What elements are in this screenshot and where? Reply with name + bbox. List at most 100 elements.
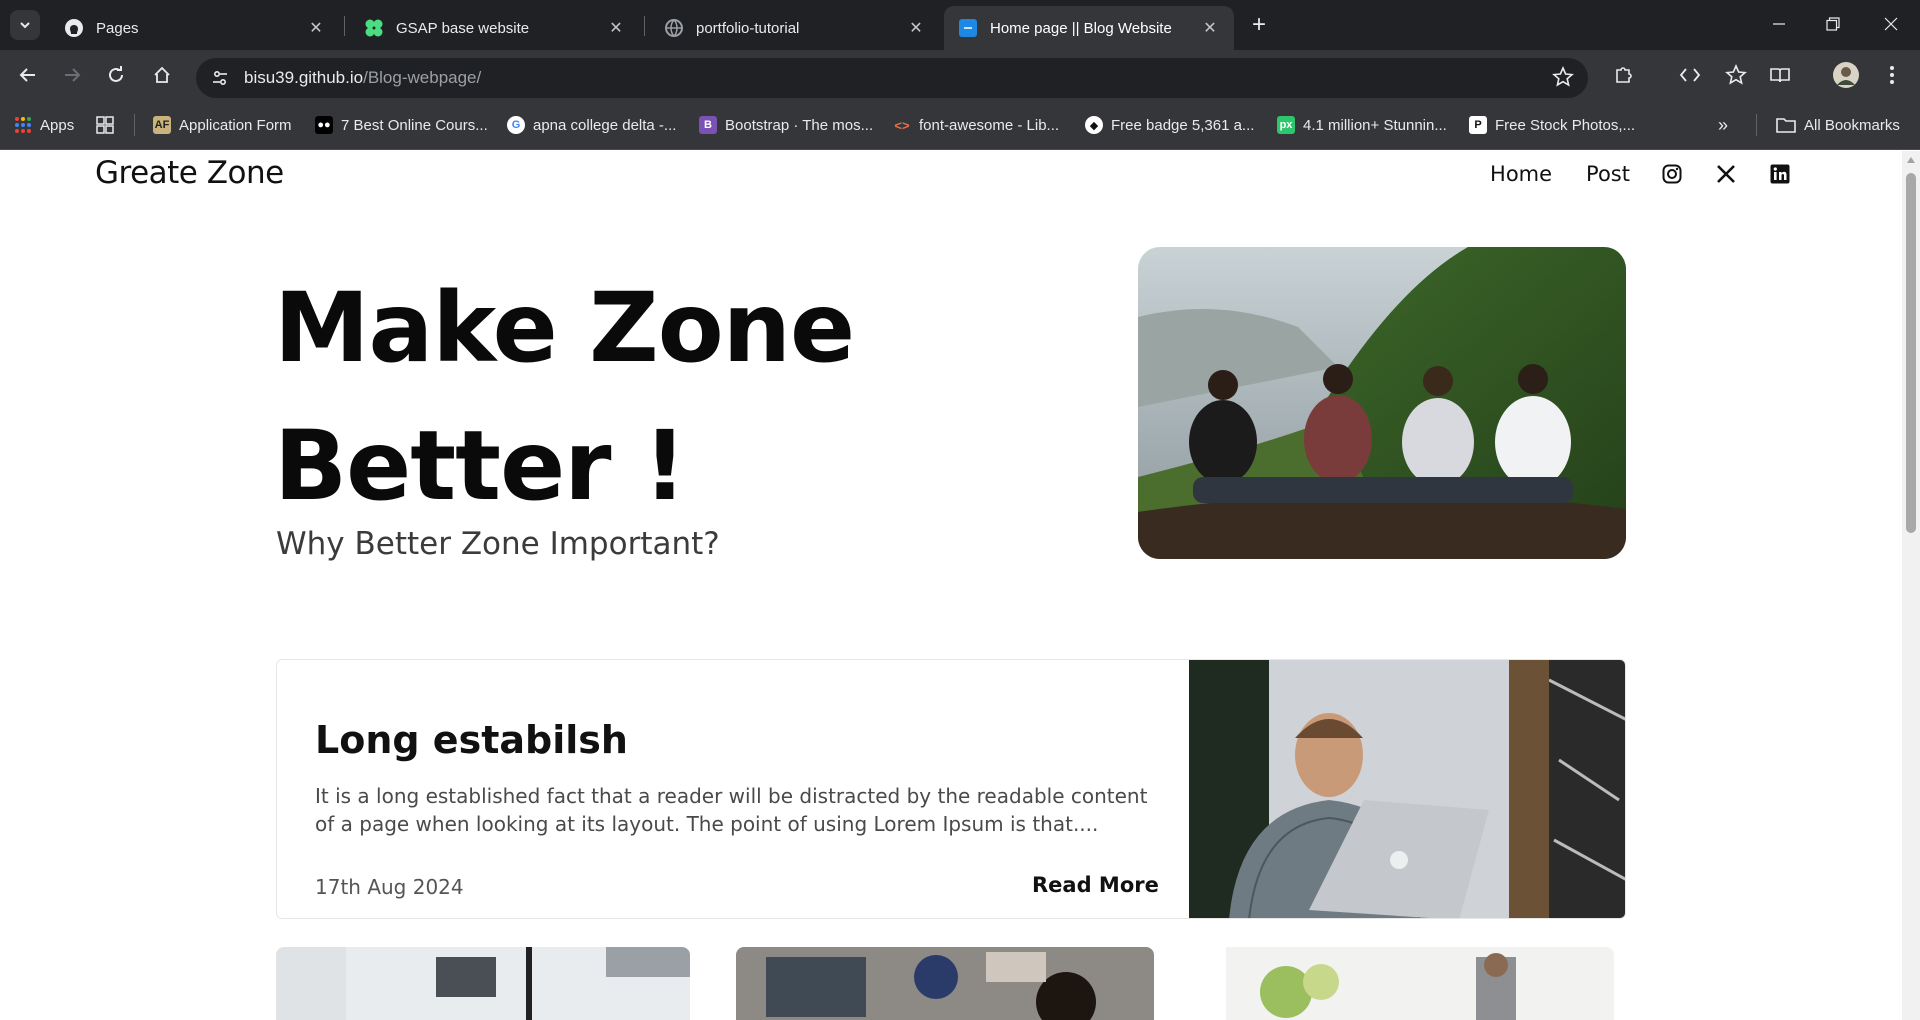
tab-pages[interactable]: Pages ✕ bbox=[50, 6, 340, 50]
application-form-icon: AF bbox=[153, 116, 171, 134]
bookmark-application-form[interactable]: AF Application Form bbox=[153, 112, 292, 138]
read-more-link[interactable]: Read More bbox=[1032, 873, 1159, 897]
profile-button[interactable] bbox=[1830, 59, 1862, 91]
close-icon[interactable]: ✕ bbox=[606, 18, 626, 38]
scroll-up-arrow[interactable] bbox=[1907, 157, 1915, 163]
restore-icon bbox=[1826, 17, 1840, 31]
tab-groups-button[interactable] bbox=[96, 112, 114, 138]
address-bar[interactable]: bisu39.github.io/Blog-webpage/ bbox=[196, 58, 1588, 98]
code-icon: <> bbox=[894, 117, 910, 133]
reload-button[interactable] bbox=[100, 59, 132, 91]
x-icon[interactable] bbox=[1714, 162, 1738, 186]
menu-button[interactable] bbox=[1876, 59, 1908, 91]
tab-search-button[interactable] bbox=[10, 10, 40, 40]
bookmark-apps[interactable]: Apps bbox=[14, 112, 74, 138]
man-with-laptop-photo bbox=[1189, 660, 1625, 918]
tab-gsap[interactable]: GSAP base website ✕ bbox=[350, 6, 640, 50]
close-window-button[interactable] bbox=[1868, 6, 1914, 42]
linkedin-icon[interactable] bbox=[1768, 162, 1792, 186]
bookmark-label: 4.1 million+ Stunnin... bbox=[1303, 116, 1447, 134]
star-outline-icon bbox=[1552, 65, 1574, 87]
post-date: 17th Aug 2024 bbox=[315, 875, 464, 899]
post-grid-card-1[interactable] bbox=[276, 947, 690, 1020]
bookmark-online-courses[interactable]: ●● 7 Best Online Cours... bbox=[315, 112, 488, 138]
tab-portfolio[interactable]: portfolio-tutorial ✕ bbox=[650, 6, 940, 50]
office-desk-photo bbox=[276, 947, 690, 1020]
tab-title: GSAP base website bbox=[396, 19, 530, 37]
book-open-icon bbox=[1770, 68, 1790, 83]
hero-image bbox=[1138, 247, 1626, 559]
bookmark-apna-college[interactable]: G apna college delta -... bbox=[507, 112, 676, 138]
bookmark-label: 7 Best Online Cours... bbox=[341, 116, 488, 134]
nav-home-link[interactable]: Home bbox=[1490, 162, 1552, 186]
bookmark-label: Bootstrap · The mos... bbox=[725, 116, 874, 134]
scrollbar-thumb[interactable] bbox=[1906, 173, 1916, 533]
url-host: bisu39.github.io bbox=[244, 68, 364, 87]
new-tab-button[interactable]: + bbox=[1244, 10, 1274, 40]
arrow-left-icon bbox=[19, 68, 35, 82]
url-text[interactable]: bisu39.github.io/Blog-webpage/ bbox=[244, 68, 481, 88]
bookmark-font-awesome[interactable]: <> font-awesome - Lib... bbox=[893, 112, 1059, 138]
back-button[interactable] bbox=[12, 59, 44, 91]
bookmark-separator bbox=[1756, 114, 1757, 136]
bookmark-label: Application Form bbox=[179, 116, 292, 134]
bookmark-label: Free badge 5,361 a... bbox=[1111, 116, 1255, 134]
bookmark-label: Free Stock Photos,... bbox=[1495, 116, 1636, 134]
blog-favicon-icon bbox=[959, 19, 977, 37]
medium-icon: ●● bbox=[315, 116, 333, 134]
bookmark-pixabay[interactable]: px 4.1 million+ Stunnin... bbox=[1277, 112, 1447, 138]
hero-title: Make Zone Better ! bbox=[274, 259, 914, 535]
bootstrap-icon: B bbox=[699, 116, 717, 134]
post-image bbox=[1189, 660, 1625, 918]
more-vertical-icon bbox=[1890, 66, 1894, 84]
hero-title-line2: Better ! bbox=[274, 410, 687, 522]
tab-blog-website[interactable]: Home page || Blog Website ✕ bbox=[944, 6, 1234, 50]
favorites-button[interactable] bbox=[1720, 59, 1752, 91]
all-bookmarks-label: All Bookmarks bbox=[1804, 116, 1900, 134]
puzzle-icon bbox=[1616, 67, 1632, 83]
github-icon bbox=[65, 19, 83, 37]
bookmark-pexels[interactable]: P Free Stock Photos,... bbox=[1469, 112, 1635, 138]
bookmarks-overflow-button[interactable]: » bbox=[1718, 112, 1728, 138]
all-bookmarks-button[interactable]: All Bookmarks bbox=[1776, 112, 1900, 138]
home-icon bbox=[154, 66, 170, 83]
site-info-button[interactable] bbox=[208, 66, 232, 90]
bookmarks-bar: Apps AF Application Form ●● 7 Best Onlin… bbox=[0, 100, 1920, 150]
post-title[interactable]: Long estabilsh bbox=[315, 718, 628, 762]
tab-separator bbox=[344, 16, 345, 36]
close-icon[interactable]: ✕ bbox=[306, 18, 326, 38]
post-grid-card-3[interactable] bbox=[1196, 947, 1614, 1020]
devtools-button[interactable] bbox=[1674, 59, 1706, 91]
team-at-computers-photo bbox=[736, 947, 1154, 1020]
url-path: /Blog-webpage/ bbox=[363, 68, 482, 87]
gsap-clover-icon bbox=[365, 19, 383, 37]
minimize-button[interactable] bbox=[1756, 6, 1802, 42]
site-header: Greate Zone Home Post bbox=[0, 151, 1902, 211]
bookmark-bootstrap[interactable]: B Bootstrap · The mos... bbox=[699, 112, 873, 138]
close-icon[interactable]: ✕ bbox=[906, 18, 926, 38]
page-scrollbar[interactable] bbox=[1902, 151, 1920, 1020]
pixabay-icon: px bbox=[1277, 116, 1295, 134]
double-chevron-right-icon: » bbox=[1718, 114, 1729, 135]
reading-list-button[interactable] bbox=[1764, 59, 1796, 91]
bookmark-star-button[interactable] bbox=[1552, 65, 1574, 93]
site-brand[interactable]: Greate Zone bbox=[95, 155, 284, 191]
extensions-button[interactable] bbox=[1608, 59, 1640, 91]
home-button[interactable] bbox=[146, 59, 178, 91]
folder-icon bbox=[1776, 118, 1796, 133]
minimize-icon bbox=[1773, 23, 1785, 25]
bookmark-separator bbox=[134, 114, 135, 136]
code-icon bbox=[1679, 68, 1701, 82]
badge-icon: ◆ bbox=[1085, 116, 1103, 134]
post-grid-card-2[interactable] bbox=[736, 947, 1154, 1020]
restore-button[interactable] bbox=[1810, 6, 1856, 42]
nav-post-link[interactable]: Post bbox=[1586, 162, 1630, 186]
bookmark-free-badge[interactable]: ◆ Free badge 5,361 a... bbox=[1085, 112, 1254, 138]
pexels-icon: P bbox=[1469, 116, 1487, 134]
office-people-photo bbox=[1196, 947, 1614, 1020]
instagram-icon[interactable] bbox=[1660, 162, 1684, 186]
featured-post-card[interactable]: Long estabilsh It is a long established … bbox=[276, 659, 1626, 919]
close-icon[interactable]: ✕ bbox=[1200, 18, 1220, 38]
forward-button[interactable] bbox=[56, 59, 88, 91]
google-icon: G bbox=[507, 116, 525, 134]
